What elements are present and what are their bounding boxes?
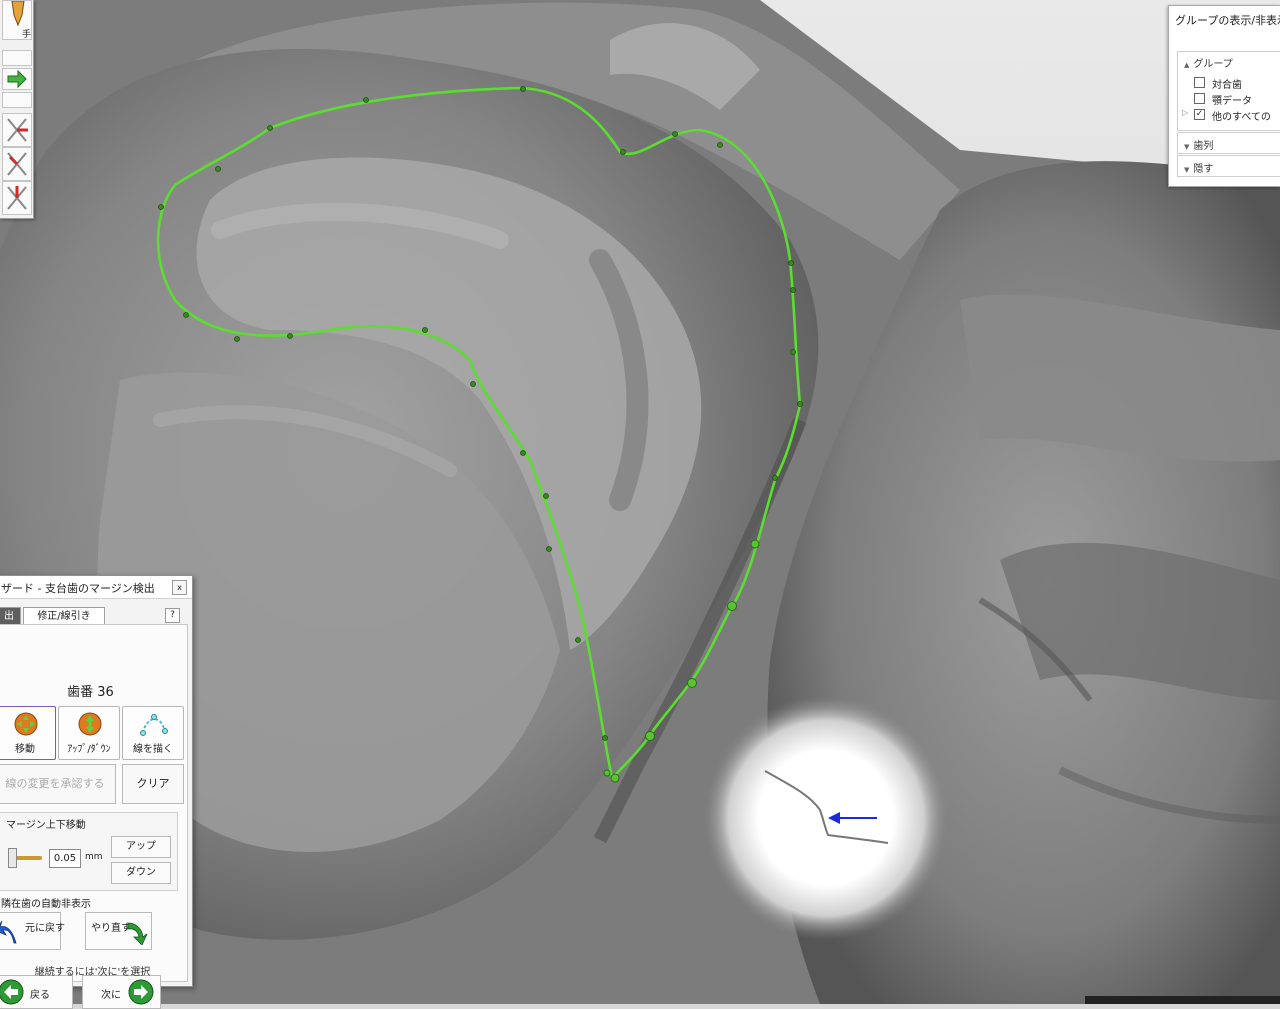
group-item-all-others[interactable]: ▷ ✓ 他のすべての xyxy=(1182,108,1271,123)
wizard-title: ザード - 支台歯のマージン検出 xyxy=(1,582,155,595)
draw-curve-icon xyxy=(140,714,168,736)
clear-button[interactable]: クリア xyxy=(122,764,184,804)
group-item-jaw-data[interactable]: 顎データ xyxy=(1194,92,1252,107)
step-value-input[interactable]: 0.05 xyxy=(49,849,81,868)
tab-detect[interactable]: 出 xyxy=(0,607,21,625)
expand-triangle-icon[interactable]: ▷ xyxy=(1182,108,1188,117)
collapse-triangle-icon: ▼ xyxy=(1184,143,1190,151)
step-unit-label: mm xyxy=(85,852,103,862)
group-item-opposing[interactable]: 対合歯 xyxy=(1194,76,1242,91)
collapse-triangle-icon: ▼ xyxy=(1184,166,1190,174)
axis-gizmo-icon xyxy=(7,186,27,210)
help-icon[interactable]: ? xyxy=(165,608,180,623)
undo-button[interactable]: 元に戻す xyxy=(0,912,65,950)
axis-gizmo-icon xyxy=(7,152,27,176)
move-button[interactable]: 移動 xyxy=(0,706,56,760)
checkbox-jaw-data[interactable] xyxy=(1194,93,1205,104)
up-down-button[interactable]: ｱｯﾌﾟ/ﾀﾞｳﾝ xyxy=(58,706,120,760)
margin-detection-wizard: ザード - 支台歯のマージン検出 x 出 修正/線引き ? 歯番 36 移動 ｱ… xyxy=(0,575,193,1009)
wizard-footer-hint: 継続するには'次に'を選択 xyxy=(34,967,151,978)
hide-section[interactable]: ▼ 隠す xyxy=(1177,155,1280,177)
draw-line-button[interactable]: 線を描く xyxy=(122,706,184,760)
up-button[interactable]: アップ xyxy=(111,836,171,858)
up-down-icon xyxy=(78,712,102,736)
group-panel-title: グループの表示/非表示 xyxy=(1175,14,1280,27)
green-arrow-left-icon xyxy=(0,979,24,1005)
accept-changes-button[interactable]: 線の変更を承認する xyxy=(0,764,116,804)
view-toolbar: 手 xyxy=(0,0,34,219)
magnifier-lens xyxy=(704,696,948,940)
orientation-button-2[interactable] xyxy=(2,147,32,181)
orientation-button-1[interactable] xyxy=(2,113,32,147)
orientation-button-3[interactable] xyxy=(2,181,32,215)
tooth-number: 歯番 36 xyxy=(67,685,114,700)
checkbox-opposing[interactable] xyxy=(1194,77,1205,88)
group-visibility-panel: グループの表示/非表示 ▲ グループ 対合歯 顎データ ▷ ✓ 他のすべての ▼ 歯列… xyxy=(1168,5,1280,187)
tooth-icon xyxy=(11,1,25,27)
redo-arrow-icon xyxy=(127,922,148,945)
arch-section[interactable]: ▼ 歯列 xyxy=(1177,132,1280,154)
axis-gizmo-icon xyxy=(7,118,28,142)
toolbar-small-button-1[interactable] xyxy=(2,50,32,66)
auto-hide-label: 隣在歯の自動非表示 xyxy=(1,899,91,910)
close-icon[interactable]: x xyxy=(172,580,187,595)
undo-arrow-icon xyxy=(0,920,17,944)
move-icon xyxy=(14,712,38,736)
tooth-view-button[interactable]: 手 xyxy=(2,0,32,40)
margin-updown-label: マージン上下移動 xyxy=(6,820,86,831)
tab-edit-draw[interactable]: 修正/線引き xyxy=(23,607,105,625)
toolbar-small-button-2[interactable] xyxy=(2,92,32,108)
wizard-body: 歯番 36 移動 ｱｯﾌﾟ/ﾀﾞｳﾝ 線を描く 線の変更を承認する クリア マー… xyxy=(0,624,188,1009)
wizard-title-bar[interactable]: ザード - 支台歯のマージン検出 x xyxy=(0,576,192,599)
green-arrow-right-icon xyxy=(128,979,154,1005)
step-slider-thumb[interactable] xyxy=(8,848,17,868)
toolbar-partial-label: 手 xyxy=(22,30,32,40)
down-button[interactable]: ダウン xyxy=(111,862,171,884)
next-view-button[interactable] xyxy=(2,68,32,90)
redo-button[interactable]: やり直す xyxy=(85,912,152,950)
green-arrow-right-icon xyxy=(7,70,27,88)
checkbox-all-others[interactable]: ✓ xyxy=(1194,109,1205,120)
group-section: ▲ グループ 対合歯 顎データ ▷ ✓ 他のすべての xyxy=(1177,51,1280,131)
group-section-header[interactable]: ▲ グループ xyxy=(1184,55,1233,70)
